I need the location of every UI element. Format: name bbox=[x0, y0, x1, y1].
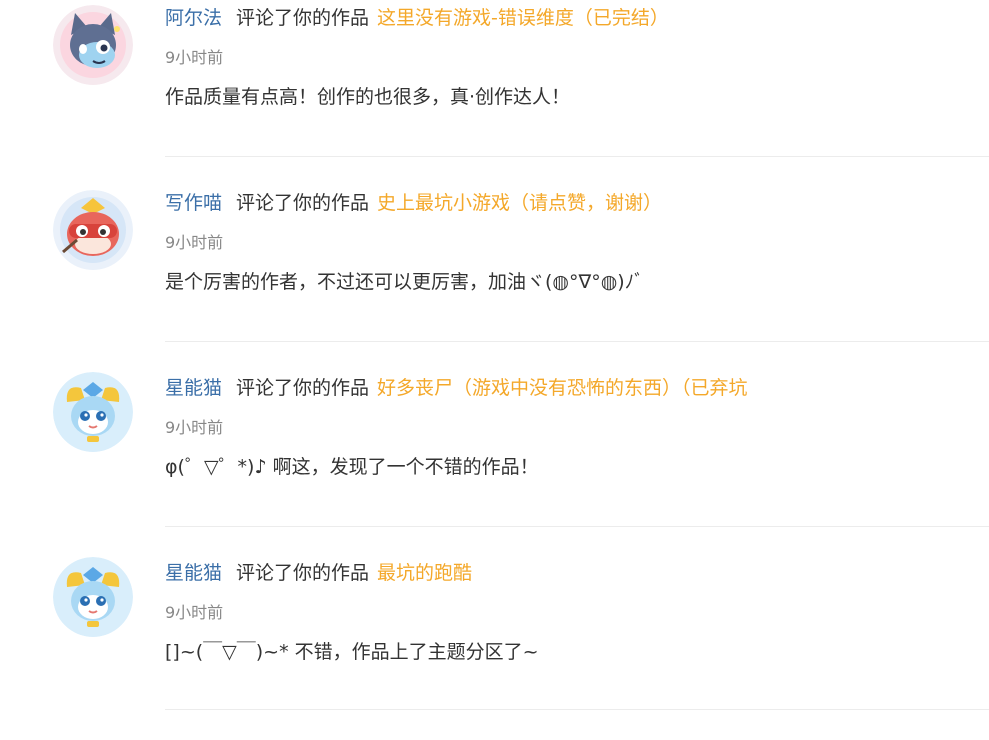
notification-item: 阿尔法 评论了你的作品 这里没有游戏-错误维度（已完结） 9小时前 作品质量有点高！… bbox=[0, 0, 989, 185]
work-title-link[interactable]: 这里没有游戏-错误维度（已完结） bbox=[377, 7, 669, 29]
username-link[interactable]: 星能猫 bbox=[165, 562, 222, 584]
notification-header: 星能猫 评论了你的作品 好多丧尸（游戏中没有恐怖的东西）（已弃坑 bbox=[165, 376, 748, 400]
comment-content: 作品质量有点高！创作的也很多，真·创作达人！ bbox=[165, 86, 571, 108]
action-text: 评论了你的作品 bbox=[236, 192, 370, 214]
divider bbox=[165, 709, 989, 710]
wolf-cat-avatar-icon[interactable] bbox=[53, 5, 133, 85]
timestamp: 9小时前 bbox=[165, 418, 224, 437]
timestamp: 9小时前 bbox=[165, 233, 224, 252]
notification-item: 星能猫 评论了你的作品 好多丧尸（游戏中没有恐怖的东西）（已弃坑 9小时前 φ(゜▽… bbox=[0, 370, 989, 555]
timestamp: 9小时前 bbox=[165, 603, 224, 622]
comment-content: []~(￣▽￣)~* 不错，作品上了主题分区了~ bbox=[165, 641, 539, 663]
notification-header: 写作喵 评论了你的作品 史上最坑小游戏（请点赞，谢谢） bbox=[165, 191, 662, 215]
notification-header: 阿尔法 评论了你的作品 这里没有游戏-错误维度（已完结） bbox=[165, 6, 669, 30]
divider bbox=[165, 526, 989, 527]
notification-item: 星能猫 评论了你的作品 最坑的跑酷 9小时前 []~(￣▽￣)~* 不错，作品上了主… bbox=[0, 555, 989, 740]
blue-cat-avatar-icon[interactable] bbox=[53, 372, 133, 452]
comment-content: φ(゜▽゜*)♪ 啊这，发现了一个不错的作品！ bbox=[165, 456, 539, 478]
comment-notification-feed: 阿尔法 评论了你的作品 这里没有游戏-错误维度（已完结） 9小时前 作品质量有点高！… bbox=[0, 0, 989, 712]
work-title-link[interactable]: 史上最坑小游戏（请点赞，谢谢） bbox=[377, 192, 662, 214]
work-title-link[interactable]: 最坑的跑酷 bbox=[377, 562, 472, 584]
action-text: 评论了你的作品 bbox=[236, 377, 370, 399]
notification-header: 星能猫 评论了你的作品 最坑的跑酷 bbox=[165, 561, 472, 585]
red-mask-cat-avatar-icon[interactable] bbox=[53, 190, 133, 270]
action-text: 评论了你的作品 bbox=[236, 7, 370, 29]
work-title-link[interactable]: 好多丧尸（游戏中没有恐怖的东西）（已弃坑 bbox=[377, 377, 748, 399]
username-link[interactable]: 阿尔法 bbox=[165, 7, 222, 29]
divider bbox=[165, 156, 989, 157]
username-link[interactable]: 星能猫 bbox=[165, 377, 222, 399]
divider bbox=[165, 341, 989, 342]
notification-item: 写作喵 评论了你的作品 史上最坑小游戏（请点赞，谢谢） 9小时前 是个厉害的作者，不… bbox=[0, 185, 989, 370]
blue-cat-avatar-icon[interactable] bbox=[53, 557, 133, 637]
comment-content: 是个厉害的作者，不过还可以更厉害，加油ヾ(◍°∇°◍)ﾉﾞ bbox=[165, 271, 644, 293]
username-link[interactable]: 写作喵 bbox=[165, 192, 222, 214]
timestamp: 9小时前 bbox=[165, 48, 224, 67]
action-text: 评论了你的作品 bbox=[236, 562, 370, 584]
